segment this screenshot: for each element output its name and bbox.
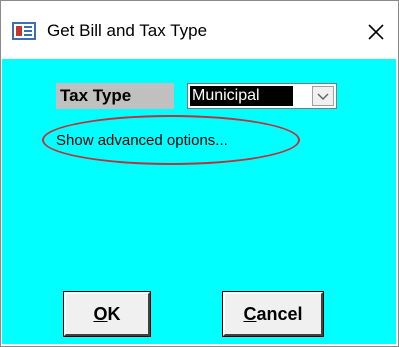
- close-button[interactable]: [357, 13, 395, 51]
- annotation-ellipse: [42, 115, 300, 165]
- ok-mnemonic: O: [93, 304, 108, 324]
- form-window-icon: [12, 22, 36, 40]
- ok-label-rest: K: [107, 304, 121, 324]
- window-title: Get Bill and Tax Type: [47, 21, 208, 40]
- cancel-mnemonic: C: [243, 304, 257, 324]
- tax-type-value[interactable]: Municipal: [190, 86, 293, 106]
- ok-button[interactable]: OK: [64, 292, 150, 336]
- dialog-window: Get Bill and Tax Type Tax Type Municipal…: [0, 0, 399, 347]
- title-bar: Get Bill and Tax Type: [1, 1, 398, 59]
- cancel-label-rest: ancel: [256, 304, 303, 324]
- dropdown-arrow-button[interactable]: [312, 86, 334, 106]
- close-icon: [368, 24, 384, 40]
- chevron-down-icon: [317, 93, 329, 100]
- tax-type-dropdown[interactable]: Municipal: [187, 83, 337, 109]
- tax-type-label: Tax Type: [56, 83, 174, 109]
- cancel-button[interactable]: Cancel: [223, 292, 323, 336]
